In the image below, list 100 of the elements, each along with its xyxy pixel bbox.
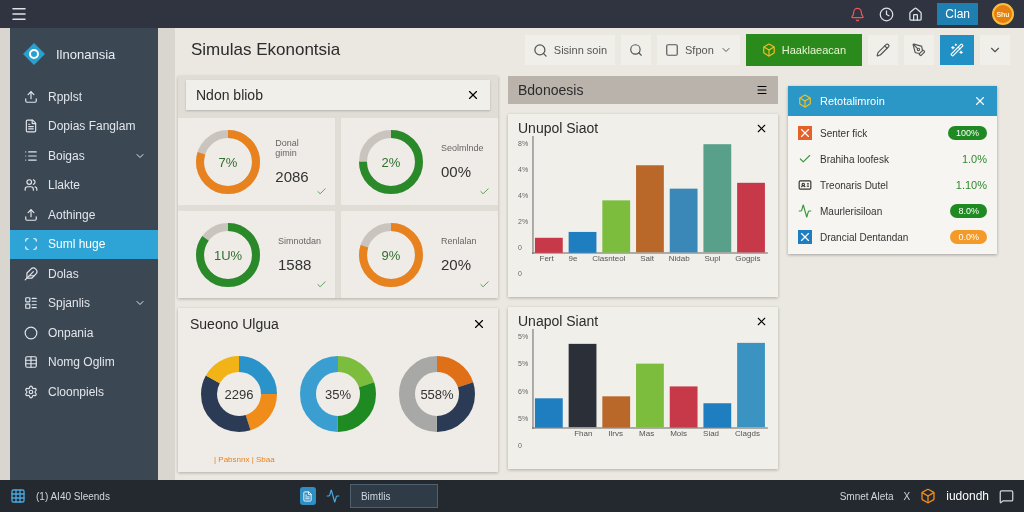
info-value: 1.10% (955, 179, 987, 191)
wand-icon (950, 43, 964, 57)
menu-item-icon (24, 178, 38, 193)
axis-label: Nidab (668, 254, 690, 263)
pen-icon (912, 43, 926, 57)
select-dropdown[interactable]: Sfpon (657, 35, 740, 65)
action-button[interactable]: Haaklaeacan (745, 34, 862, 66)
checkbox-icon (665, 43, 680, 57)
stat-value: 20% (441, 256, 473, 273)
stat-value: 1588 (278, 256, 313, 273)
sidebar-item[interactable]: Dolas (10, 259, 158, 289)
donut-value: 558% (420, 386, 454, 402)
chart-title: Unapol Siant (518, 313, 599, 329)
value-badge: 0.0% (950, 230, 987, 244)
close-icon[interactable] (466, 88, 480, 102)
axis-label: Ilrvs (608, 429, 624, 438)
wand-button[interactable] (940, 35, 974, 65)
chart-title: Unupol Siaot (518, 120, 599, 136)
menu-item-icon (24, 296, 38, 311)
chart-bar (669, 188, 698, 253)
start-icon[interactable] (10, 488, 26, 504)
progress-ring (359, 129, 424, 194)
panel-title: Ndon bliob (196, 87, 263, 103)
clock-icon[interactable] (879, 6, 895, 22)
stat-value: 00% (441, 163, 473, 180)
chart-bar (535, 398, 563, 428)
sidebar-item[interactable]: Dopias Fanglam (10, 111, 158, 141)
donut-value: 2296 (224, 386, 254, 402)
axis-label: Siad (703, 429, 720, 438)
account-button[interactable]: Clan (937, 3, 978, 25)
box-icon (798, 94, 812, 108)
menu-item-icon (24, 384, 38, 399)
pencil-icon (876, 43, 890, 57)
chart-bar (568, 231, 597, 253)
close-icon[interactable] (472, 317, 486, 331)
stat-label: Renlalan (441, 236, 477, 246)
stat-label: Simnotdan (278, 236, 322, 246)
axis-label: Fhan (574, 429, 593, 438)
ring-percent: 2% (381, 154, 401, 170)
notice-text: Smnet Aleta (839, 490, 894, 502)
axis-label: Mois (670, 429, 688, 438)
info-label: Senter fick (820, 127, 869, 139)
menu-item-icon (24, 119, 38, 134)
bell-icon[interactable] (850, 6, 866, 22)
pencil-button[interactable] (868, 35, 898, 65)
clock-text: (1) AI40 Sleends (36, 490, 110, 502)
check-icon (479, 279, 490, 290)
axis-label: Clasnteol (592, 254, 626, 263)
id-card-icon (798, 178, 812, 192)
info-label: Drancial Dentandan (820, 231, 910, 243)
info-label: Treonaris Dutel (820, 179, 889, 191)
stat-label: Seolmlnde (441, 143, 484, 153)
info-title: Retotalimroin (820, 95, 886, 107)
legend-label: | Pabsnnx | Sbaa (214, 455, 275, 464)
sidebar-item[interactable]: Rpplst (10, 82, 158, 112)
chart-bar (602, 396, 631, 428)
chart-bar (669, 386, 698, 428)
menu-item-icon (24, 237, 38, 252)
menu-icon[interactable] (756, 84, 768, 96)
logo-icon (22, 42, 46, 66)
home-icon[interactable] (908, 6, 924, 22)
menu-item-icon (24, 355, 38, 370)
app-logo-icon (920, 488, 937, 504)
sidebar-item[interactable]: Spjanlis (10, 288, 158, 318)
value-badge: 8.0% (950, 204, 987, 218)
taskbar-window[interactable]: Bimtlis (349, 484, 438, 508)
info-label: Brahiha loofesk (820, 153, 890, 165)
menu-icon[interactable] (10, 5, 28, 23)
chart-bar (737, 182, 766, 253)
sidebar-item[interactable]: Cloonpiels (10, 377, 158, 407)
menu-item-icon (24, 325, 38, 340)
chart-bar (535, 237, 563, 253)
app-icon[interactable] (299, 487, 316, 505)
axis-label: 9e (568, 254, 578, 263)
progress-ring (196, 129, 260, 194)
notice-close[interactable]: X (903, 490, 911, 502)
pen-tool-button[interactable] (904, 35, 934, 65)
stat-value: 2086 (275, 168, 310, 185)
sidebar-item[interactable]: Nomg Oglim (10, 347, 158, 377)
app-icon[interactable] (325, 489, 340, 503)
search-field[interactable]: Sisinn soin (524, 35, 616, 65)
sidebar-item[interactable]: Boigas (10, 141, 158, 171)
menu-item-icon (24, 207, 38, 222)
progress-ring (359, 222, 424, 287)
sidebar-item[interactable]: Onpania (10, 318, 158, 348)
sidebar-item[interactable]: Aothinge (10, 200, 158, 230)
info-label: Maurlerisiloan (820, 205, 884, 217)
brand-name: Ilnonansia (56, 46, 116, 62)
page-title: Simulas Ekonontsia (191, 40, 342, 60)
chart-bar (602, 200, 631, 253)
search-button[interactable] (621, 35, 652, 65)
ring-percent: 9% (381, 247, 401, 263)
chat-icon[interactable] (999, 488, 1014, 504)
info-value: 1.0% (961, 153, 987, 165)
sidebar-item[interactable]: Llakte (10, 170, 158, 200)
axis-label: Sait (640, 254, 655, 263)
menu-item-icon (24, 89, 38, 104)
wave-icon (798, 204, 812, 218)
axis-label: Gogpis (735, 254, 761, 263)
search-icon (532, 42, 548, 58)
